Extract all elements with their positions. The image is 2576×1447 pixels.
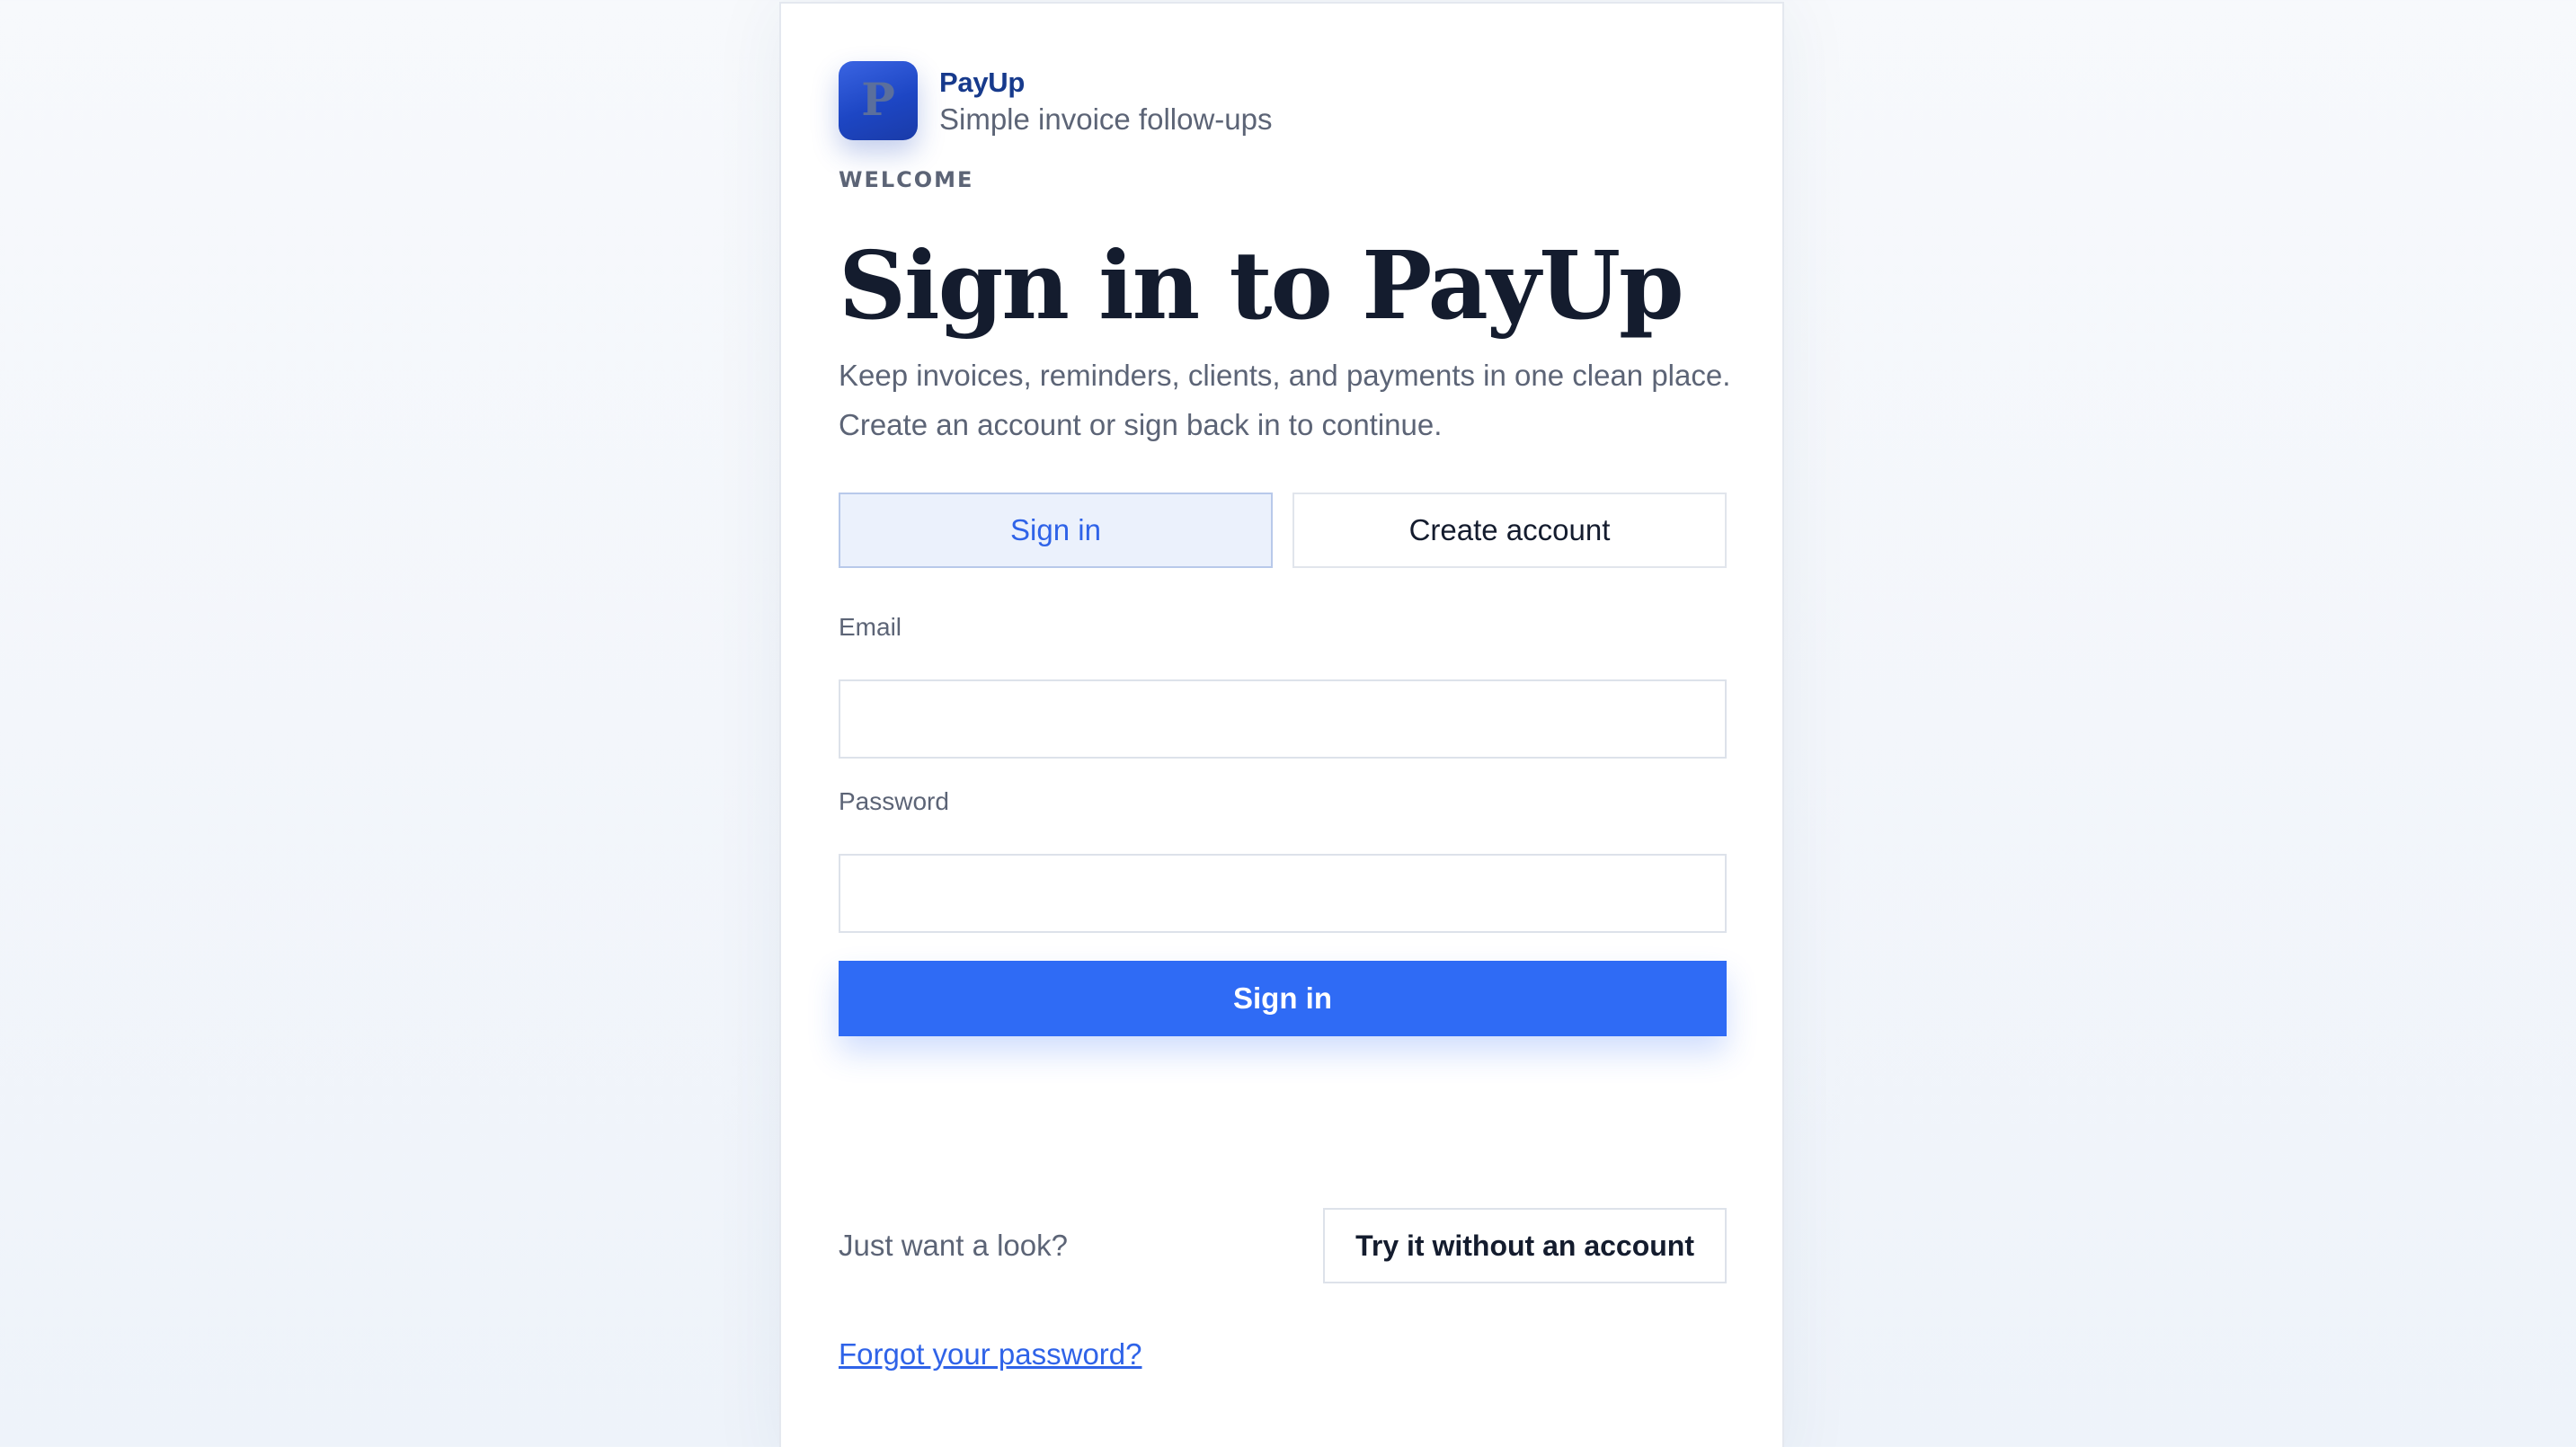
tab-sign-in[interactable]: Sign in — [839, 493, 1273, 568]
try-without-account-button[interactable]: Try it without an account — [1323, 1208, 1727, 1283]
logo-letter: P — [861, 72, 895, 126]
email-field[interactable] — [839, 679, 1727, 759]
page-title: Sign in to PayUp — [839, 230, 1684, 341]
sign-in-card: P PayUp Simple invoice follow-ups WELCOM… — [779, 2, 1784, 1447]
card-content: P PayUp Simple invoice follow-ups WELCOM… — [839, 61, 1730, 1371]
brand-name: PayUp — [939, 67, 1025, 98]
subtitle-line-1: Keep invoices, reminders, clients, and p… — [839, 359, 1731, 392]
brand-text: PayUp Simple invoice follow-ups — [939, 67, 1273, 138]
subtitle-line-2: Create an account or sign back in to con… — [839, 408, 1443, 441]
password-field[interactable] — [839, 854, 1727, 933]
email-label: Email — [839, 613, 902, 641]
welcome-eyebrow: WELCOME — [839, 167, 974, 192]
forgot-password-link[interactable]: Forgot your password? — [839, 1337, 1142, 1372]
guest-prompt: Just want a look? — [839, 1229, 1068, 1262]
tab-create-account[interactable]: Create account — [1292, 493, 1727, 568]
brand-header: P PayUp Simple invoice follow-ups — [839, 61, 1727, 142]
guest-access-row: Just want a look? Try it without an acco… — [839, 1208, 1727, 1283]
brand-tagline: Simple invoice follow-ups — [939, 102, 1273, 136]
sign-in-submit-button[interactable]: Sign in — [839, 961, 1727, 1036]
payup-logo-icon: P — [839, 61, 918, 140]
auth-mode-tabs: Sign in Create account — [839, 493, 1727, 568]
page-subtitle: Keep invoices, reminders, clients, and p… — [839, 351, 1737, 449]
password-label: Password — [839, 787, 949, 815]
